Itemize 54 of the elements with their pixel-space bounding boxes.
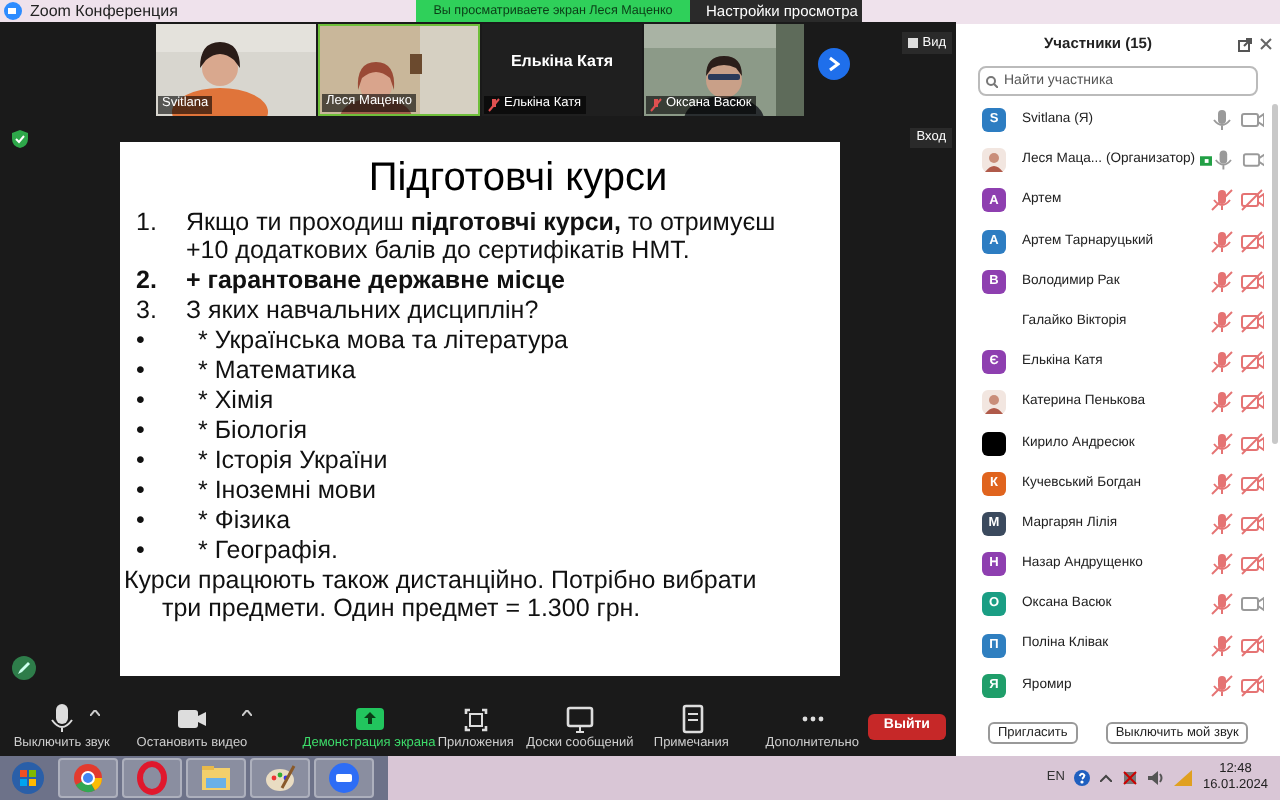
slide-text: * Математика [198,355,358,384]
bullet-marker: • [136,385,147,414]
participant-name: Елькіна Катя [508,50,616,74]
more-icon [801,715,824,722]
slide-text: * Українська мова та література [198,325,570,354]
slide-text: + гарантоване державне місце [186,265,567,294]
slide-text: З яких навчальних дисциплін? [186,295,541,324]
search-icon [986,76,998,88]
muted-mic-icon [650,98,662,112]
slide-text: * Хімія [198,385,276,414]
chrome-icon[interactable] [58,758,118,798]
slide-text: * Географія. [198,535,340,564]
palette-icon[interactable] [250,758,310,798]
slide-text: * Фізика [198,505,293,534]
slide-title: Підготовчі курси [366,155,670,200]
bullet-marker: • [136,415,147,444]
shield-icon [12,130,28,148]
share-screen-icon [353,703,385,734]
list-number: 1. [136,207,159,240]
monitor-icon [563,703,596,734]
show-hidden-icons[interactable] [1100,774,1113,782]
slide-text: * Біологія [198,415,309,444]
bullet-marker: • [136,325,147,354]
mic-icon [45,703,78,734]
slide-text: Якщо ти проходиш підготовчі курси, то отримуєш +10 додаткових балів до сертифікатів НМТ. [186,207,778,264]
close-icon [1260,38,1272,50]
slide-text: Курси працюють також дистанційно. Потрібно вибрати три предмети. Один предмет = 1.300 грн. [124,565,759,622]
caret-up-icon [89,709,100,716]
list-number: 2. [136,265,159,294]
bullet-marker: • [136,355,147,384]
zoom-icon [4,2,22,20]
apps-icon [459,703,492,734]
bullet-marker: • [136,535,147,564]
opera-icon[interactable] [122,758,182,798]
help-icon[interactable] [1074,770,1091,786]
chevron-right-icon [828,56,840,72]
slide-text: * Іноземні мови [198,475,378,504]
bullet-marker: • [136,505,147,534]
pop-out-icon [1238,37,1252,51]
folder-icon[interactable] [186,758,246,798]
list-number: 3. [136,295,159,324]
scrollbar[interactable] [1272,104,1278,444]
pencil-icon [12,656,36,680]
slide-text: * Історія України [198,445,390,474]
zoom-icon[interactable] [314,758,374,798]
grid-icon [908,38,919,48]
network-icon[interactable] [1122,770,1139,786]
volume-icon[interactable] [1148,770,1165,786]
window-title: Zoom Конференция [30,3,178,19]
caret-up-icon [242,709,253,716]
bullet-marker: • [136,475,147,504]
next-page-button[interactable] [818,48,850,80]
muted-mic-icon [488,98,500,112]
bullet-marker: • [136,445,147,474]
